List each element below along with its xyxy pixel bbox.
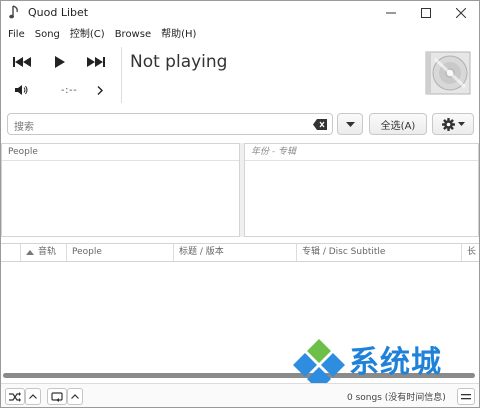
gear-icon [441,117,455,131]
list-icon [461,393,471,399]
maximize-icon [421,8,431,18]
song-count-status: 0 songs (没有时间信息) [347,393,446,403]
close-button[interactable] [445,1,477,25]
repeat-icon [51,391,63,402]
menu-song[interactable]: Song [30,27,65,43]
search-placeholder: 搜索 [14,122,34,133]
caret-down-icon [457,122,465,126]
play-icon [55,56,65,68]
play-button[interactable] [49,53,71,71]
search-history-button[interactable] [337,113,363,135]
people-pane-header[interactable]: People [2,144,239,161]
year-album-pane[interactable]: 年份 - 专辑 [244,143,479,237]
volume-icon [15,85,28,95]
close-icon [456,8,466,18]
controls-divider [121,47,122,103]
select-all-button[interactable]: 全选(A) [369,113,427,135]
previous-button[interactable] [9,53,35,71]
shuffle-options-button[interactable] [25,388,41,405]
app-window: Quod Libet File Song 控制(C) Browse 帮助(H) [0,0,480,408]
status-bar: 0 songs (没有时间信息) [1,383,479,407]
skip-previous-icon [13,57,31,67]
repeat-options-button[interactable] [67,388,83,405]
column-track-label: 音轨 [38,247,57,257]
settings-menu-button[interactable] [432,113,474,135]
column-title[interactable]: 标题 / 版本 [174,244,297,261]
column-status[interactable] [1,244,21,261]
album-cover-icon[interactable] [425,49,471,95]
chevron-up-icon [71,394,79,399]
skip-next-icon [87,57,105,67]
minimize-button[interactable] [375,1,407,25]
year-album-pane-header[interactable]: 年份 - 专辑 [245,144,478,161]
scrollbar-thumb[interactable] [3,373,475,378]
menu-control[interactable]: 控制(C) [65,27,110,43]
volume-button[interactable] [11,82,33,98]
sort-ascending-icon [26,250,34,255]
window-title: Quod Libet [28,6,89,19]
seek-menu-button[interactable] [93,82,107,98]
caret-down-icon [345,121,355,127]
queue-toggle-button[interactable] [457,388,475,405]
column-people[interactable]: People [67,244,174,261]
chevron-up-icon [29,394,37,399]
menu-browse[interactable]: Browse [110,27,156,43]
menu-bar: File Song 控制(C) Browse 帮助(H) [1,27,201,43]
horizontal-scrollbar[interactable] [3,371,477,379]
column-album[interactable]: 专辑 / Disc Subtitle [297,244,462,261]
search-field[interactable]: 搜索 [7,113,333,135]
maximize-button[interactable] [410,1,442,25]
shuffle-button[interactable] [5,388,25,405]
app-logo-icon [9,5,18,19]
column-length[interactable]: 长 [462,244,479,261]
menu-help[interactable]: 帮助(H) [156,27,201,43]
song-list[interactable] [1,262,479,370]
next-button[interactable] [83,53,109,71]
chevron-right-icon [97,85,103,95]
shuffle-icon [9,391,21,402]
column-track[interactable]: 音轨 [21,244,67,261]
menu-file[interactable]: File [1,27,30,43]
repeat-button[interactable] [47,388,67,405]
people-pane[interactable]: People [1,143,240,237]
clear-search-icon[interactable] [313,119,327,130]
title-bar: Quod Libet [1,1,479,25]
minimize-icon [386,12,396,14]
time-display: -:-- [61,85,78,96]
now-playing-label: Not playing [130,52,228,72]
song-list-header: 音轨 People 标题 / 版本 专辑 / Disc Subtitle 长 [1,243,479,262]
